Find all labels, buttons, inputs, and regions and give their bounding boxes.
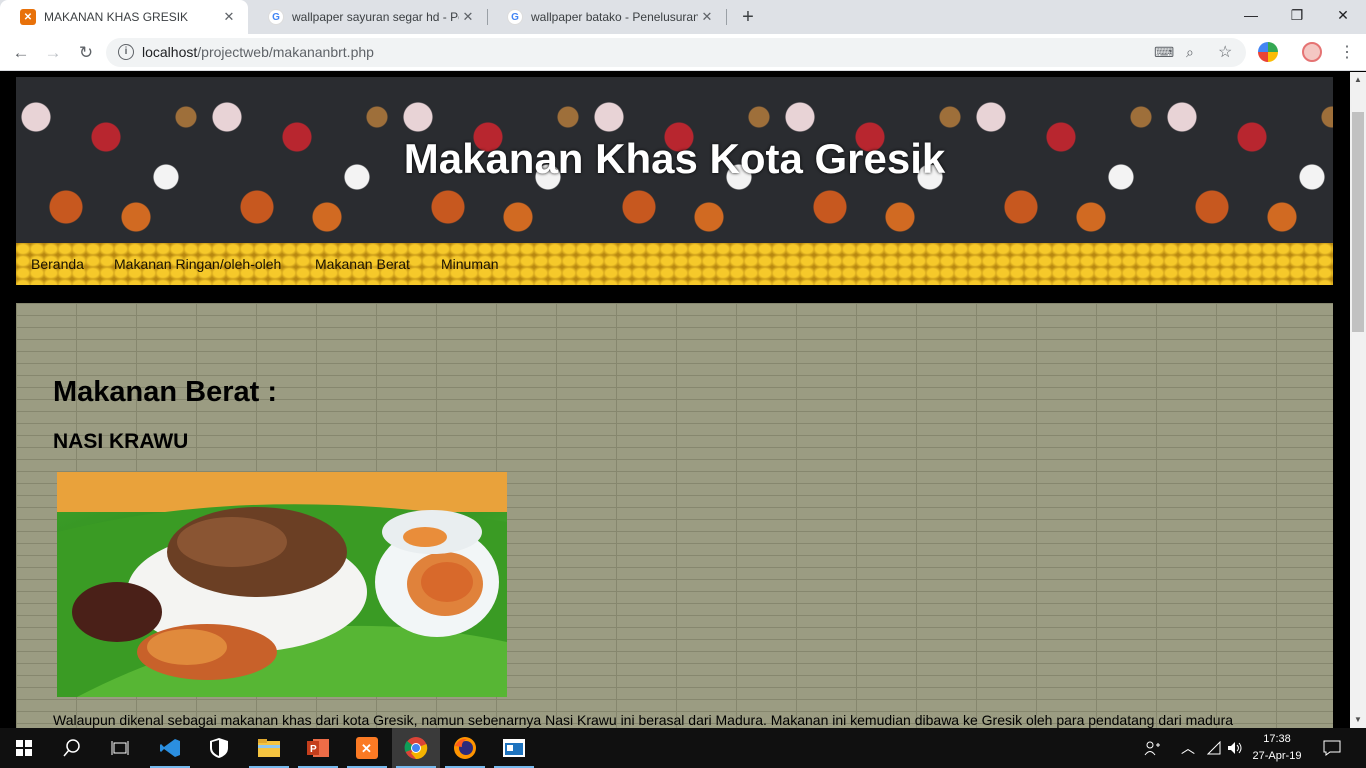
dish-description: Walaupun dikenal sebagai makanan khas da… — [53, 712, 1234, 728]
back-arrow-icon[interactable]: ← — [8, 40, 34, 66]
new-tab-button[interactable]: + — [737, 6, 759, 28]
close-tab-icon[interactable]: ✕ — [459, 9, 477, 25]
nav-menu: Beranda Makanan Ringan/oleh-oleh Makanan… — [16, 243, 1333, 285]
svg-text:✕: ✕ — [361, 741, 372, 756]
scroll-up-icon[interactable]: ▲ — [1350, 72, 1366, 88]
chevron-up-icon[interactable]: ︿ — [1181, 728, 1195, 768]
close-tab-icon[interactable]: ✕ — [220, 9, 238, 25]
file-explorer-icon[interactable] — [245, 728, 293, 768]
content-area: Makanan Berat : NASI KRAWU Walaupun dike… — [16, 303, 1333, 728]
minimize-button[interactable]: — — [1228, 0, 1274, 30]
forward-arrow-icon[interactable]: → — [40, 40, 66, 66]
tab-title: wallpaper batako - Penelusuran G — [531, 10, 698, 24]
more-menu-icon[interactable]: ⋮ — [1334, 40, 1360, 66]
google-favicon-icon: G — [268, 9, 284, 25]
tab-title: wallpaper sayuran segar hd - Pen — [292, 10, 459, 24]
food-illustration — [57, 472, 507, 697]
page-viewport: Makanan Khas Kota Gresik Beranda Makanan… — [0, 72, 1350, 728]
xampp-favicon-icon: ✕ — [20, 9, 36, 25]
people-icon[interactable] — [1144, 728, 1160, 768]
scrollbar-thumb[interactable] — [1352, 112, 1364, 332]
clock-time: 17:38 — [1263, 733, 1291, 745]
search-icon[interactable] — [48, 728, 96, 768]
header-banner: Makanan Khas Kota Gresik — [16, 77, 1333, 243]
url-host: localhost — [142, 44, 198, 60]
svg-text:P: P — [310, 744, 317, 755]
nasi-krawu-photo — [57, 472, 507, 697]
restore-button[interactable]: ❐ — [1274, 0, 1320, 30]
url-path: /projectweb/makananbrt.php — [197, 44, 374, 60]
extension-icon[interactable] — [1258, 42, 1278, 62]
vscode-icon[interactable] — [146, 728, 194, 768]
security-shield-icon[interactable] — [195, 728, 243, 768]
info-icon[interactable]: i — [118, 44, 134, 60]
menu-item-beranda[interactable]: Beranda — [31, 256, 84, 272]
tab-title: MAKANAN KHAS GRESIK — [44, 10, 189, 24]
chrome-icon[interactable] — [392, 728, 440, 768]
windows-start-icon[interactable] — [0, 728, 48, 768]
tab-separator — [726, 9, 727, 25]
address-bar[interactable]: i localhost/projectweb/makananbrt.php ⌨ … — [106, 38, 1246, 67]
windows-taskbar: P ✕ ︿ 17:38 27-Apr-19 — [0, 728, 1366, 768]
tab-makanan-khas-gresik[interactable]: ✕ MAKANAN KHAS GRESIK ✕ — [0, 0, 248, 34]
volume-icon[interactable] — [1227, 728, 1243, 768]
zoom-icon[interactable]: ⌕ — [1186, 44, 1194, 61]
page-heading: Makanan Berat : — [53, 376, 278, 408]
remote-desktop-icon[interactable] — [490, 728, 538, 768]
profile-avatar-icon[interactable] — [1302, 42, 1322, 62]
dish-name: NASI KRAWU — [53, 430, 189, 453]
bookmark-star-icon[interactable]: ☆ — [1218, 42, 1232, 62]
site-title: Makanan Khas Kota Gresik — [403, 135, 946, 182]
browser-toolbar: ← → ↻ i localhost/projectweb/makananbrt.… — [0, 34, 1366, 71]
menu-item-makanan-berat[interactable]: Makanan Berat — [315, 256, 410, 272]
translate-icon[interactable]: ⌨ — [1154, 44, 1174, 61]
system-clock[interactable]: 17:38 27-Apr-19 — [1252, 731, 1302, 765]
action-center-icon[interactable] — [1323, 728, 1341, 768]
firefox-icon[interactable] — [441, 728, 489, 768]
wifi-icon[interactable] — [1207, 728, 1221, 768]
xampp-icon[interactable]: ✕ — [343, 728, 391, 768]
clock-date: 27-Apr-19 — [1252, 750, 1302, 762]
page-scrollbar[interactable]: ▲ ▼ — [1350, 72, 1366, 728]
menu-item-makanan-ringan[interactable]: Makanan Ringan/oleh-oleh — [114, 256, 281, 272]
google-favicon-icon: G — [507, 9, 523, 25]
close-tab-icon[interactable]: ✕ — [698, 9, 716, 25]
browser-tabstrip: ✕ MAKANAN KHAS GRESIK ✕ G wallpaper sayu… — [0, 0, 1366, 34]
reload-icon[interactable]: ↻ — [73, 40, 99, 66]
tab-wallpaper-sayuran[interactable]: G wallpaper sayuran segar hd - Pen ✕ — [248, 0, 487, 34]
close-window-button[interactable]: ✕ — [1320, 0, 1366, 30]
menu-item-minuman[interactable]: Minuman — [441, 256, 499, 272]
scroll-down-icon[interactable]: ▼ — [1350, 712, 1366, 728]
tab-wallpaper-batako[interactable]: G wallpaper batako - Penelusuran G ✕ — [487, 0, 726, 34]
powerpoint-icon[interactable]: P — [294, 728, 342, 768]
task-view-icon[interactable] — [96, 728, 144, 768]
url-text: localhost/projectweb/makananbrt.php — [142, 44, 374, 60]
